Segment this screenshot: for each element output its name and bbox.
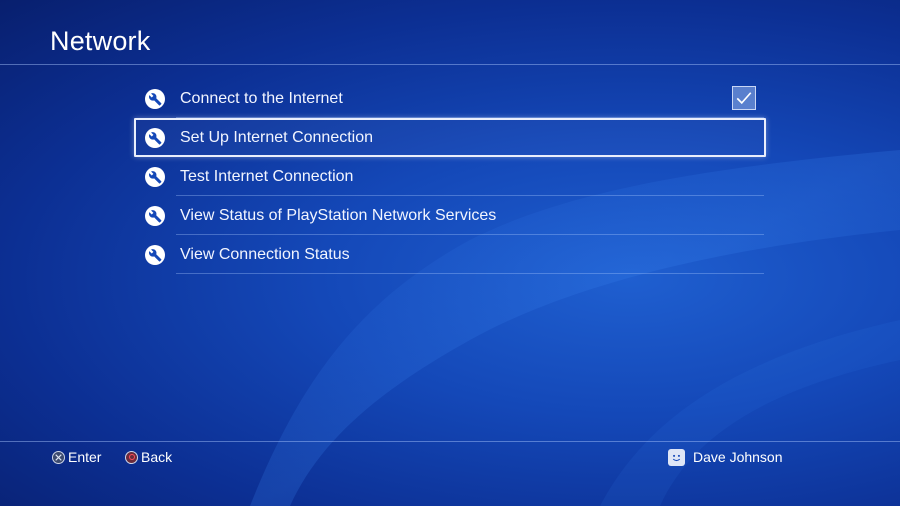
user-name: Dave Johnson [693,449,783,465]
page-title: Network [50,26,151,56]
menu-item-view-connection-status[interactable]: View Connection Status [134,235,766,274]
menu-item-label: Set Up Internet Connection [180,128,374,146]
wrench-icon [145,166,165,187]
menu-divider [176,273,764,274]
cross-button-icon [52,450,65,464]
footer-divider [0,441,900,442]
menu-item-label: Test Internet Connection [180,167,354,185]
wrench-icon [145,205,165,226]
connect-internet-checkbox[interactable] [732,86,756,110]
back-label: Back [141,449,173,465]
wrench-icon [145,88,165,109]
menu-item-view-psn-status[interactable]: View Status of PlayStation Network Servi… [134,196,766,235]
menu-item-connect-to-internet[interactable]: Connect to the Internet [134,79,766,118]
wrench-icon [145,244,165,265]
wrench-icon [145,127,165,148]
menu-item-test-internet-connection[interactable]: Test Internet Connection [134,157,766,196]
enter-label: Enter [68,449,102,465]
menu-item-label: Connect to the Internet [180,89,343,107]
menu-item-label: View Status of PlayStation Network Servi… [180,206,497,224]
enter-hint[interactable]: Enter [52,447,101,467]
menu-item-label: View Connection Status [180,245,350,263]
network-menu: Connect to the Internet Set Up Internet … [134,79,766,274]
back-hint[interactable]: Back [125,447,172,467]
header-divider [0,64,900,65]
user-profile[interactable]: Dave Johnson [668,447,783,467]
menu-item-set-up-internet-connection[interactable]: Set Up Internet Connection [134,118,766,157]
circle-button-icon [125,450,138,464]
avatar-icon [668,448,685,466]
checkmark-icon [736,92,752,105]
